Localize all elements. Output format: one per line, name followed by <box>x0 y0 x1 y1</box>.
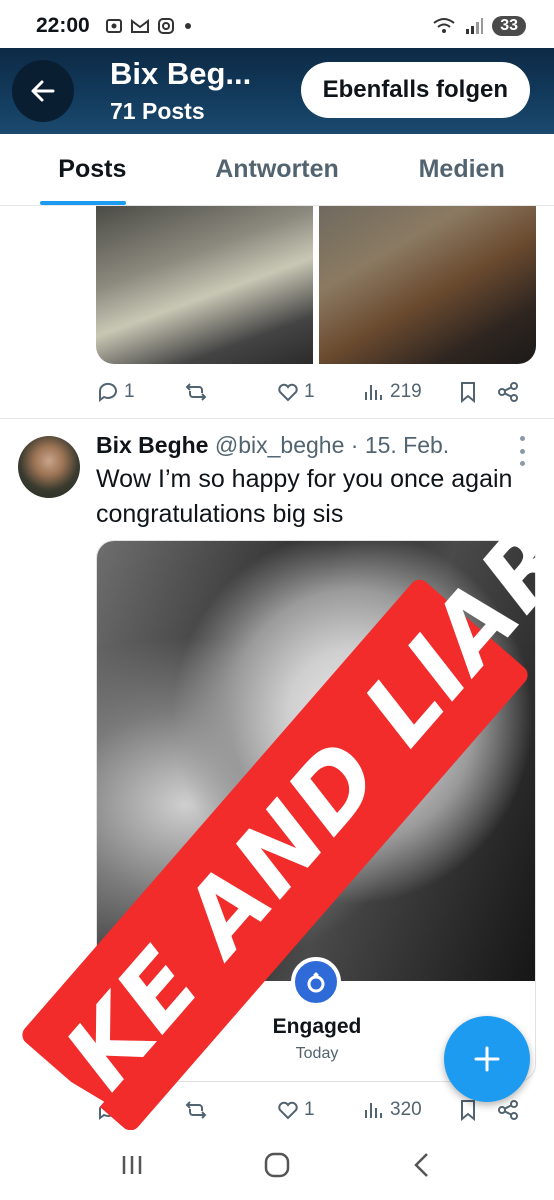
instagram-icon <box>157 18 174 34</box>
plus-icon <box>474 1046 500 1072</box>
reply-button[interactable]: 1 <box>96 380 184 404</box>
like-count: 1 <box>304 1099 315 1120</box>
back-nav-icon[interactable] <box>405 1148 439 1182</box>
arrow-left-icon <box>31 80 55 102</box>
profile-tabs: Posts Antworten Medien <box>0 134 554 206</box>
views-count: 320 <box>390 1099 422 1120</box>
share-button[interactable] <box>496 380 520 404</box>
gmail-icon <box>130 19 149 33</box>
post1-media[interactable] <box>96 206 536 364</box>
battery-indicator: 33 <box>492 16 526 36</box>
tab-media[interactable]: Medien <box>369 134 554 205</box>
bookmark-icon <box>461 1100 475 1122</box>
tab-replies[interactable]: Antworten <box>185 134 370 205</box>
post2-header: Bix Beghe @bix_beghe · 15. Feb. <box>96 428 449 462</box>
reply-icon <box>98 382 117 402</box>
profile-header: Bix Beg... 71 Posts Ebenfalls folgen <box>0 48 554 134</box>
like-button[interactable]: 1 <box>276 380 362 404</box>
avatar[interactable] <box>18 436 80 498</box>
retweet-button[interactable] <box>184 380 276 404</box>
views-count: 219 <box>390 381 422 402</box>
post-handle[interactable]: @bix_beghe <box>215 432 345 458</box>
notification-icons <box>104 16 194 36</box>
retweet-button[interactable] <box>184 1098 276 1122</box>
views-button[interactable]: 219 <box>362 380 456 404</box>
tab-posts[interactable]: Posts <box>0 134 185 205</box>
retweet-icon <box>185 1101 207 1119</box>
post-author[interactable]: Bix Beghe <box>96 432 208 458</box>
views-icon <box>365 385 382 400</box>
compose-button[interactable] <box>444 1016 530 1102</box>
post-date: · 15. Feb. <box>350 432 450 458</box>
back-button[interactable] <box>12 60 74 122</box>
ring-icon <box>291 957 341 1007</box>
retweet-icon <box>185 383 207 401</box>
post1-photo-left[interactable] <box>96 206 313 364</box>
follow-back-button[interactable]: Ebenfalls folgen <box>300 62 530 118</box>
recent-apps-icon[interactable] <box>115 1148 149 1182</box>
bookmark-button[interactable] <box>456 380 496 404</box>
like-button[interactable]: 1 <box>276 1098 362 1122</box>
dot-icon <box>184 23 191 29</box>
post-count: 71 Posts <box>110 98 205 124</box>
post1-photo-right[interactable] <box>319 206 536 364</box>
post1-action-bar: 1 1 219 <box>96 374 526 410</box>
like-count: 1 <box>304 381 315 402</box>
signal-icon <box>466 18 484 34</box>
home-icon[interactable] <box>260 1148 294 1182</box>
views-button[interactable]: 320 <box>362 1098 456 1122</box>
reply-count: 1 <box>124 381 135 402</box>
status-right: 33 <box>432 16 526 36</box>
share-icon <box>498 382 518 402</box>
header-title-block: Bix Beg... 71 Posts <box>110 57 251 125</box>
share-button[interactable] <box>496 1098 520 1122</box>
screenshot-icon <box>105 19 122 33</box>
post-divider <box>0 418 554 419</box>
bookmark-icon <box>461 382 475 404</box>
more-options-icon[interactable] <box>516 436 528 466</box>
views-icon <box>365 1103 382 1118</box>
wifi-icon <box>433 18 455 33</box>
heart-icon <box>278 383 298 402</box>
heart-icon <box>278 1101 298 1120</box>
post-text: Wow I’m so happy for you once again cong… <box>96 465 513 528</box>
system-nav-bar <box>0 1130 554 1200</box>
share-icon <box>498 1100 518 1120</box>
status-bar: 22:00 33 <box>0 0 554 52</box>
status-time: 22:00 <box>36 14 90 37</box>
page-title: Bix Beg... <box>110 56 252 91</box>
